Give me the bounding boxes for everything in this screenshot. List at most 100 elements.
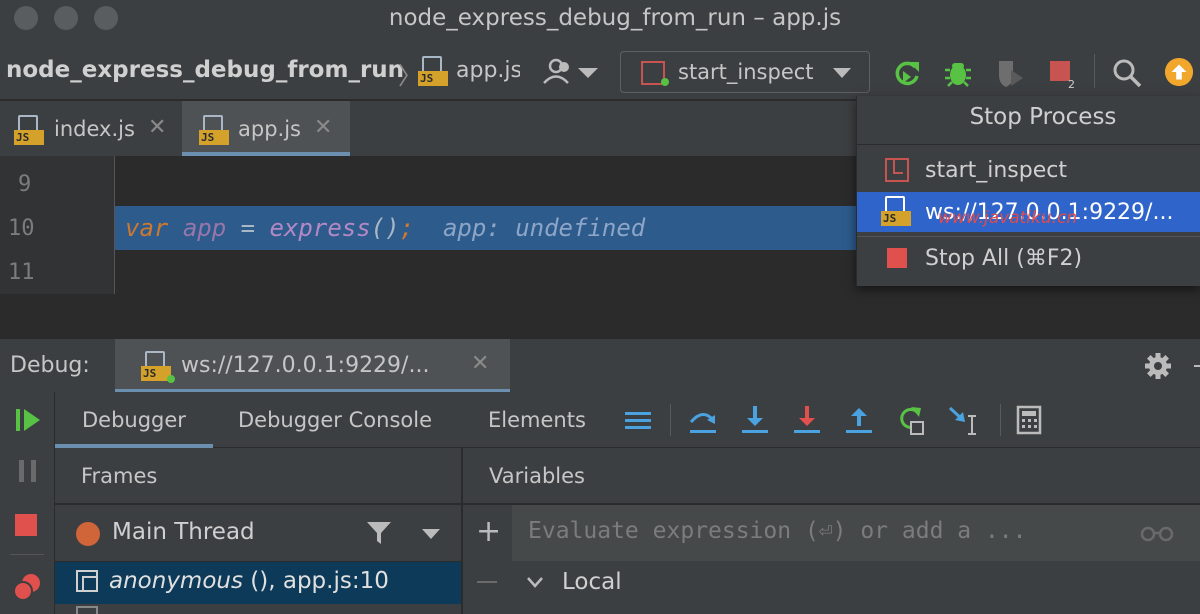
debug-session-tab[interactable]: JS ws://127.0.0.1:9229/... ✕	[115, 339, 510, 393]
rerun-icon[interactable]	[892, 58, 922, 88]
running-indicator-icon	[661, 78, 669, 86]
watermark: www.javatiku.cn	[938, 208, 1078, 228]
thread-selector[interactable]: Main Thread	[55, 505, 461, 561]
resume-icon[interactable]	[14, 406, 42, 434]
js-file-icon: JS	[14, 115, 44, 145]
editor-tabs: JS index.js ✕ JS app.js ✕	[0, 101, 856, 156]
chevron-down-icon	[833, 68, 851, 78]
function-call: express	[269, 214, 371, 242]
tab-debugger-console[interactable]: Debugger Console	[211, 392, 437, 448]
stop-icon[interactable]: 2	[1048, 58, 1078, 88]
force-step-into-icon[interactable]	[791, 404, 823, 436]
coverage-shield-icon[interactable]	[995, 58, 1025, 88]
local-scope-label[interactable]: Local	[562, 569, 622, 595]
semicolon: ;	[399, 214, 415, 242]
stop-icon[interactable]	[15, 514, 37, 536]
line-number: 9	[18, 172, 32, 197]
variables-title: Variables	[489, 464, 585, 488]
popup-title: Stop Process	[969, 104, 1117, 130]
close-icon[interactable]: ✕	[471, 351, 489, 376]
operator: =	[240, 214, 256, 242]
stop-badge: 2	[1068, 78, 1075, 88]
pause-icon[interactable]	[16, 458, 40, 484]
frame-location: (), app.js:10	[242, 568, 389, 594]
js-attach-icon: JS	[881, 196, 911, 226]
frame-icon	[76, 606, 98, 614]
toolbar-divider	[670, 404, 671, 436]
close-icon[interactable]: ✕	[314, 115, 332, 140]
evaluate-expression-placeholder: Evaluate expression (⏎) or add a ...	[528, 518, 1027, 544]
tab-elements[interactable]: Elements	[461, 392, 591, 448]
js-file-icon: JS	[199, 115, 229, 145]
toolbar-divider	[10, 554, 44, 555]
tab-label: index.js	[54, 117, 135, 141]
popup-item-stop-all[interactable]: Stop All (⌘F2)	[857, 238, 1200, 278]
debug-bug-icon[interactable]	[943, 58, 973, 88]
run-configuration-selector[interactable]: start_inspect	[620, 51, 870, 93]
chevron-down-icon[interactable]	[422, 529, 440, 539]
line-number: 11	[8, 260, 35, 285]
toolbar-divider	[1094, 54, 1095, 88]
debug-left-toolbar	[0, 392, 55, 614]
stop-config-icon	[885, 158, 909, 182]
tab-index-js[interactable]: JS index.js ✕	[0, 101, 182, 156]
frame-label: anonymous (), app.js:10	[109, 568, 389, 594]
js-file-icon: JS	[418, 56, 448, 86]
add-watch-icon[interactable]: +	[476, 517, 501, 547]
run-configuration-label: start_inspect	[678, 60, 814, 84]
variables-tree: Local	[512, 561, 1200, 614]
update-icon[interactable]	[1164, 57, 1194, 87]
inline-value-hint: app: undefined	[442, 214, 646, 242]
frame-icon	[76, 570, 98, 592]
show-execution-point-icon[interactable]	[622, 404, 654, 436]
debug-title: Debug:	[10, 353, 90, 378]
js-attach-icon: JS	[141, 351, 175, 383]
stop-process-popup: Stop Process start_inspect JS ws://127.0…	[856, 96, 1200, 286]
step-out-icon[interactable]	[843, 404, 875, 436]
variables-side-toolbar: +	[462, 505, 512, 614]
popup-item-start-inspect[interactable]: start_inspect	[857, 150, 1200, 190]
tab-debugger[interactable]: Debugger	[55, 392, 213, 448]
evaluate-expression-field[interactable]: Evaluate expression (⏎) or add a ...	[512, 505, 1200, 561]
parens: ()	[370, 214, 400, 242]
keyword: var	[125, 214, 169, 242]
breakpoints-icon[interactable]	[12, 572, 42, 602]
breadcrumb-file[interactable]: app.js	[456, 58, 520, 83]
identifier: app	[182, 214, 227, 242]
variables-panel-header: Variables	[462, 448, 1200, 504]
popup-divider	[857, 144, 1200, 145]
step-over-icon[interactable]	[687, 404, 719, 436]
toolbar-divider	[1000, 404, 1001, 436]
evaluate-expression-icon[interactable]	[1013, 404, 1045, 436]
frames-panel-header: Frames	[55, 448, 461, 504]
drop-frame-icon[interactable]	[895, 404, 927, 436]
search-icon[interactable]	[1112, 58, 1142, 88]
close-icon[interactable]: ✕	[148, 115, 166, 140]
line-number: 10	[8, 216, 35, 241]
frame-function: anonymous	[109, 568, 243, 594]
popup-item-label: start_inspect	[925, 158, 1067, 183]
debug-tool-window-header: Debug: JS ws://127.0.0.1:9229/... ✕	[0, 338, 1200, 393]
tab-app-js[interactable]: JS app.js ✕	[182, 101, 350, 156]
frames-title: Frames	[81, 464, 158, 488]
run-to-cursor-icon[interactable]	[947, 404, 979, 436]
glasses-icon[interactable]	[1140, 523, 1174, 543]
minimize-icon[interactable]	[1194, 365, 1200, 367]
gear-icon[interactable]	[1144, 352, 1172, 380]
frame-item[interactable]	[55, 604, 461, 614]
debugger-tabs-bar: Debugger Debugger Console Elements	[55, 392, 1200, 448]
popup-item-label: Stop All (⌘F2)	[925, 246, 1083, 271]
filter-icon[interactable]	[366, 520, 392, 546]
frame-item[interactable]: anonymous (), app.js:10	[55, 562, 461, 604]
breadcrumb-project[interactable]: node_express_debug_from_run	[6, 57, 404, 83]
chevron-down-icon[interactable]	[526, 575, 544, 589]
user-account-icon[interactable]	[542, 58, 600, 84]
thread-label: Main Thread	[112, 519, 255, 545]
line-number-gutter[interactable]: 9 10 11	[0, 156, 115, 294]
remove-watch-icon[interactable]	[477, 581, 497, 583]
debug-session-label: ws://127.0.0.1:9229/...	[181, 353, 430, 378]
tab-label: Debugger Console	[238, 408, 432, 432]
title-bar: node_express_debug_from_run – app.js	[0, 0, 1200, 38]
tab-label: Elements	[488, 408, 586, 432]
step-into-icon[interactable]	[739, 404, 771, 436]
